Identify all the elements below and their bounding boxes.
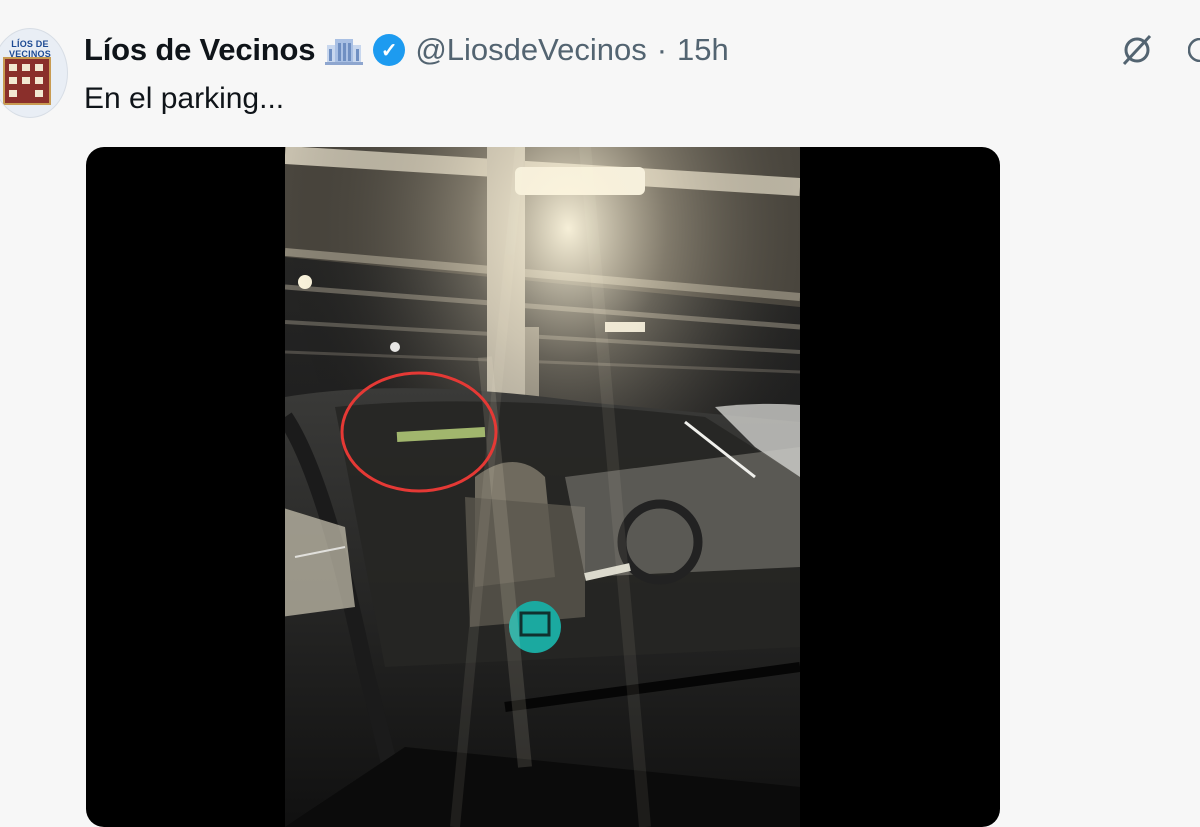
avatar-logo-text: LÍOS DE VECINOS — [9, 39, 51, 59]
grok-icon[interactable] — [1115, 28, 1159, 72]
more-icon[interactable] — [1178, 28, 1200, 72]
video-frame[interactable] — [285, 147, 800, 827]
avatar-building — [3, 57, 51, 105]
tweet-header: Líos de Vecinos ✓ @LiosdeVecinos · 15h — [84, 30, 729, 70]
author-name[interactable]: Líos de Vecinos — [84, 32, 316, 68]
separator-dot: · — [656, 32, 668, 67]
building-emoji-icon — [325, 35, 364, 65]
tweet-time[interactable]: 15h — [677, 32, 729, 68]
avatar[interactable]: LÍOS DE VECINOS — [0, 28, 68, 118]
tweet-text: En el parking... — [84, 82, 285, 115]
parking-scene — [285, 147, 800, 827]
video-player[interactable] — [86, 147, 1000, 827]
author-handle[interactable]: @LiosdeVecinos — [415, 32, 646, 68]
verified-badge-icon[interactable]: ✓ — [373, 34, 406, 66]
